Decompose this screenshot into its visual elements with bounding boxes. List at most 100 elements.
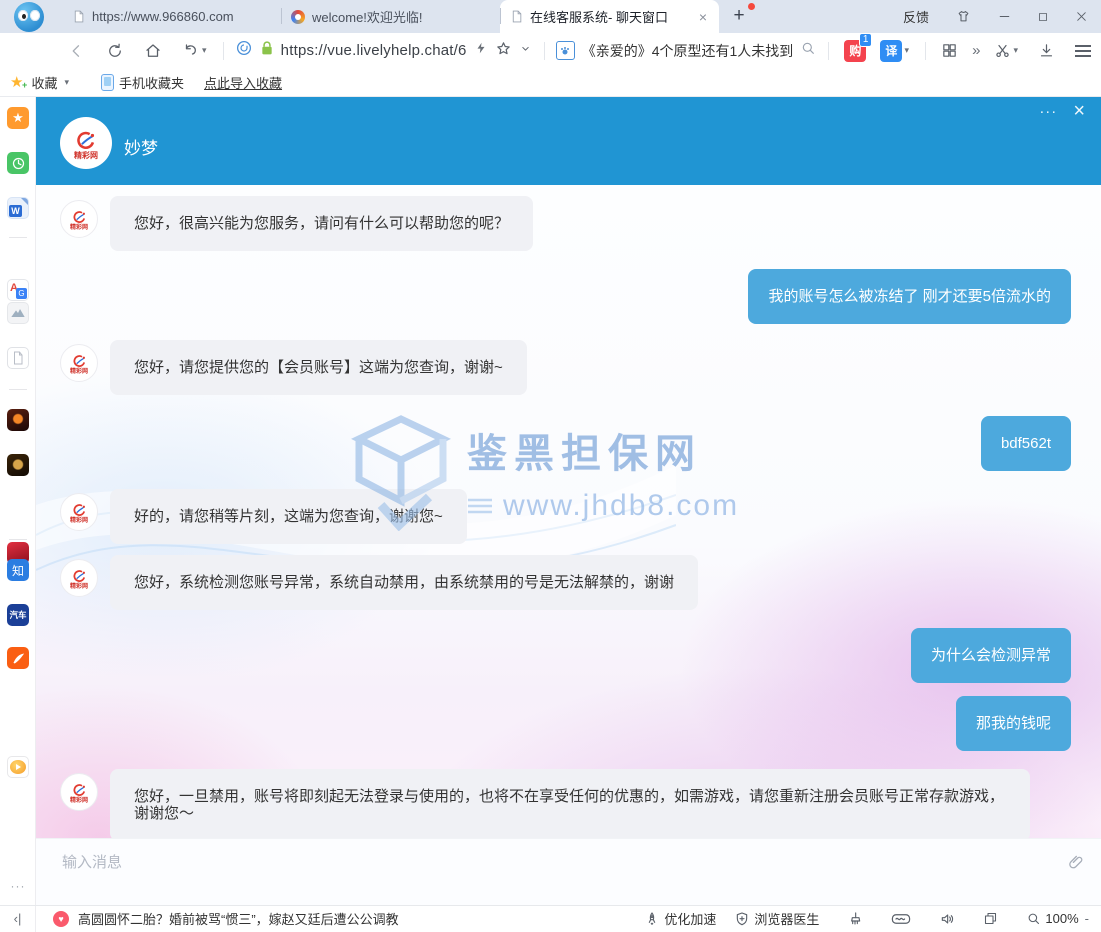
tab-label: https://www.966860.com bbox=[92, 9, 271, 24]
agent-avatar: 精彩网 bbox=[60, 200, 98, 238]
minimize-button[interactable] bbox=[985, 0, 1024, 33]
chat-window: ··· × 精彩网 妙梦 鉴黑担保网 bbox=[36, 97, 1101, 905]
toolbar-overflow-icon[interactable]: » bbox=[968, 33, 984, 68]
sidebar-auto-icon[interactable]: 汽车 bbox=[7, 604, 29, 626]
browser-toolbar: ▾ https://vue.livelyhelp.chat/6 《亲爱的》4个原… bbox=[0, 33, 1101, 68]
agent-message-bubble: 好的，请您稍等片刻，这端为您查询，谢谢您~ bbox=[110, 489, 467, 544]
tab-label: welcome!欢迎光临! bbox=[312, 7, 490, 26]
sidebar-translate-icon[interactable]: AG bbox=[7, 279, 29, 301]
favorites-add-plus: + bbox=[22, 80, 27, 90]
agent-message-bubble: 您好，一旦禁用，账号将即刻起无法登录与使用的，也将不在享受任何的优惠的，如需游戏… bbox=[110, 769, 1030, 838]
address-bar[interactable]: https://vue.livelyhelp.chat/6 bbox=[229, 39, 538, 62]
message-row: 那我的钱呢 bbox=[36, 696, 1101, 751]
dropdown-icon[interactable]: ▾ bbox=[904, 45, 909, 56]
user-message-bubble: 我的账号怎么被冻结了 刚才还要5倍流水的 bbox=[748, 269, 1071, 324]
tab-3-active[interactable]: 在线客服系统- 聊天窗口 × bbox=[500, 0, 719, 33]
browser-logo-icon[interactable] bbox=[8, 2, 54, 32]
flash-icon[interactable] bbox=[474, 40, 488, 61]
sidebar-word-doc-icon[interactable]: W bbox=[7, 197, 29, 219]
refresh-button[interactable] bbox=[96, 33, 134, 68]
message-row: bdf562t bbox=[36, 416, 1101, 471]
chat-message-area: 鉴黑担保网 www.jhdb8.com 精彩网 您好，很高兴能为您服务，请问有什… bbox=[36, 185, 1101, 838]
agent-avatar: 精彩网 bbox=[60, 773, 98, 811]
message-row: 精彩网 您好，一旦禁用，账号将即刻起无法登录与使用的，也将不在享受任何的优惠的，… bbox=[36, 769, 1101, 838]
browser-status-bar: ‹| ♥ 高圆圆怀二胎？婚前被骂“惯三”，嫁赵又廷后遭公公调教 优化加速 浏览器… bbox=[0, 905, 1101, 931]
browser-tab-strip: https://www.966860.com welcome!欢迎光临! 在线客… bbox=[0, 0, 1101, 33]
hot-search-suggestion[interactable]: 《亲爱的》4个原型还有1人未找到 bbox=[550, 40, 823, 61]
sidebar-more-icon[interactable]: ··· bbox=[0, 879, 36, 893]
translate-button[interactable]: 译 ▾ bbox=[876, 33, 919, 68]
browser-doctor-button[interactable]: 浏览器医生 bbox=[734, 909, 819, 928]
sidebar-game2-icon[interactable] bbox=[7, 454, 29, 476]
agent-avatar: 精彩网 bbox=[60, 493, 98, 531]
apps-grid-icon[interactable] bbox=[931, 33, 968, 68]
url-text[interactable]: https://vue.livelyhelp.chat/6 bbox=[281, 42, 467, 59]
main-menu-icon[interactable] bbox=[1065, 33, 1101, 68]
user-message-bubble: 那我的钱呢 bbox=[956, 696, 1071, 751]
chat-more-icon[interactable]: ··· bbox=[1039, 103, 1057, 120]
maximize-button[interactable] bbox=[1024, 0, 1062, 33]
message-input[interactable] bbox=[62, 851, 1042, 895]
sidebar-blank-page-icon[interactable] bbox=[7, 347, 29, 369]
brand-logo-icon bbox=[74, 130, 98, 152]
cleaner-broom-icon[interactable] bbox=[847, 911, 863, 927]
tab-1[interactable]: https://www.966860.com bbox=[62, 0, 281, 33]
speedup-button[interactable]: 优化加速 bbox=[644, 909, 716, 928]
sidebar-favorites-icon[interactable]: ★ bbox=[7, 107, 29, 129]
user-message-bubble: 为什么会检测异常 bbox=[911, 628, 1071, 683]
sidebar-history-icon[interactable] bbox=[7, 152, 29, 174]
download-icon[interactable] bbox=[1028, 33, 1065, 68]
feedback-button[interactable]: 反馈 bbox=[890, 0, 942, 33]
attachment-paperclip-icon[interactable] bbox=[1067, 853, 1085, 876]
dropdown-icon[interactable]: ▾ bbox=[1013, 45, 1018, 56]
ssl-padlock-icon[interactable] bbox=[260, 40, 274, 62]
sidebar-swoosh-app-icon[interactable] bbox=[7, 647, 29, 669]
message-row: 我的账号怎么被冻结了 刚才还要5倍流水的 bbox=[36, 269, 1101, 324]
mute-speaker-icon[interactable] bbox=[939, 911, 955, 927]
site-favicon-icon bbox=[291, 10, 305, 24]
dropdown-icon[interactable]: ▾ bbox=[202, 45, 207, 56]
message-row: 精彩网 您好，系统检测您账号异常，系统自动禁用，由系统禁用的号是无法解禁的，谢谢 bbox=[36, 555, 1101, 610]
zoom-level[interactable]: 100% bbox=[1045, 911, 1078, 926]
message-row: 精彩网 好的，请您稍等片刻，这端为您查询，谢谢您~ bbox=[36, 489, 1101, 544]
screenshot-scissors-icon[interactable]: ▾ bbox=[984, 33, 1028, 68]
chevron-down-icon[interactable] bbox=[519, 42, 532, 60]
window-layout-icon[interactable] bbox=[983, 911, 998, 926]
bookmark-star-icon[interactable] bbox=[495, 40, 512, 62]
suggestion-text[interactable]: 《亲爱的》4个原型还有1人未找到 bbox=[582, 41, 794, 61]
news-heart-icon: ♥ bbox=[53, 911, 69, 927]
zoom-control[interactable]: 100% - bbox=[1026, 911, 1089, 926]
tab-2[interactable]: welcome!欢迎光临! bbox=[281, 0, 500, 33]
recently-closed-button[interactable]: ▾ bbox=[172, 33, 217, 68]
agent-avatar: 精彩网 bbox=[60, 559, 98, 597]
shopping-button[interactable]: 购 1 bbox=[834, 33, 876, 68]
sidebar-game1-icon[interactable] bbox=[7, 409, 29, 431]
agent-name: 妙梦 bbox=[124, 134, 158, 159]
window-close-button[interactable] bbox=[1062, 0, 1101, 33]
collapse-sidebar-icon[interactable]: ‹| bbox=[0, 906, 36, 932]
import-bookmarks-link[interactable]: 点此导入收藏 bbox=[204, 73, 282, 92]
chat-close-icon[interactable]: × bbox=[1073, 101, 1085, 121]
message-row: 精彩网 您好，很高兴能为您服务，请问有什么可以帮助您的呢？ bbox=[36, 196, 1101, 251]
sidebar-video-app-icon[interactable] bbox=[7, 756, 29, 778]
phone-icon bbox=[101, 74, 114, 91]
news-ticker[interactable]: 高圆圆怀二胎？婚前被骂“惯三”，嫁赵又廷后遭公公调教 bbox=[78, 909, 399, 928]
chat-header: ··· × 精彩网 妙梦 bbox=[36, 97, 1101, 185]
agent-avatar: 精彩网 bbox=[60, 117, 112, 169]
new-tab-notification-dot bbox=[748, 3, 755, 10]
home-button[interactable] bbox=[134, 33, 172, 68]
sidebar-zhihu-icon[interactable]: 知 bbox=[7, 559, 29, 581]
tab-close-icon[interactable]: × bbox=[697, 9, 709, 25]
zoom-dropdown-icon[interactable]: - bbox=[1085, 911, 1089, 926]
favorites-menu[interactable]: 收藏 ▾ bbox=[31, 73, 69, 92]
web-snapshot-icon[interactable] bbox=[891, 912, 911, 926]
search-icon[interactable] bbox=[800, 40, 816, 61]
shopping-badge: 1 bbox=[859, 33, 873, 47]
agent-avatar: 精彩网 bbox=[60, 344, 98, 382]
adblock-shield-icon[interactable] bbox=[235, 39, 253, 62]
back-button[interactable] bbox=[58, 33, 96, 68]
mobile-favorites-folder[interactable]: 手机收藏夹 bbox=[101, 73, 184, 92]
browser-sidebar: ★ W AG 知 汽车 ··· bbox=[0, 97, 36, 905]
skin-theme-icon[interactable] bbox=[942, 0, 985, 33]
sidebar-bird-app-icon[interactable] bbox=[7, 302, 29, 324]
